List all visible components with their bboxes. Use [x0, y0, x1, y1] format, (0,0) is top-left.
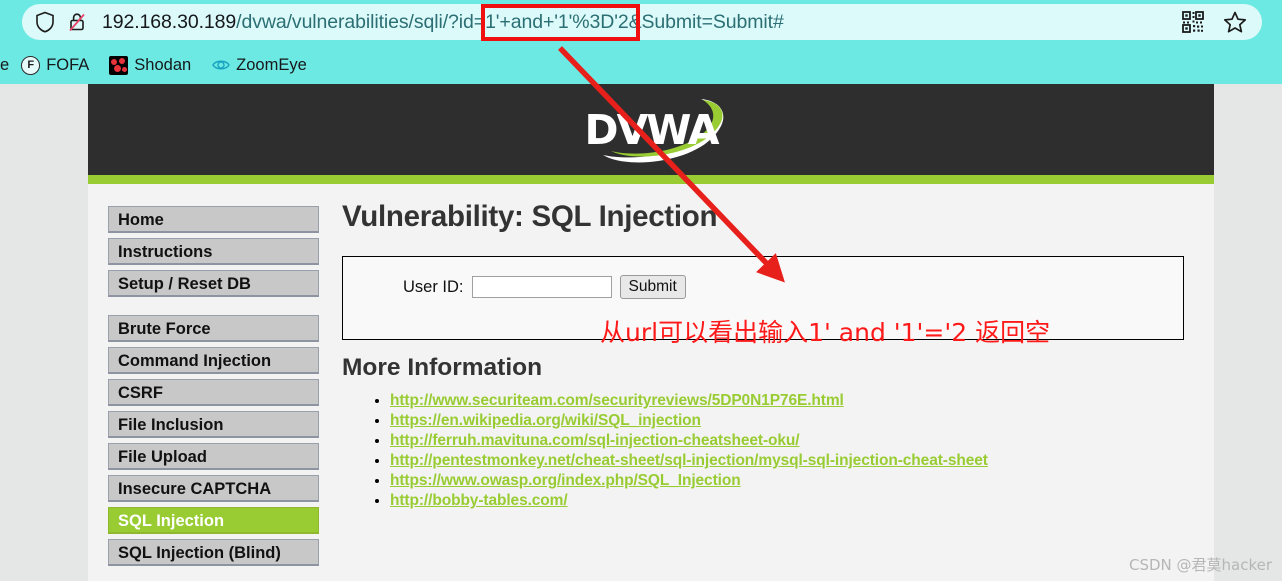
fofa-icon: F: [21, 55, 41, 75]
more-information-heading: More Information: [342, 354, 543, 381]
page-body: Home Instructions Setup / Reset DB Brute…: [88, 184, 1214, 581]
main-content: Vulnerability: SQL Injection User ID: Su…: [320, 184, 1214, 581]
site-header: DVWA: [88, 84, 1214, 184]
browser-chrome: 192.168.30.189/dvwa/vulnerabilities/sqli…: [0, 0, 1282, 84]
dvwa-logo: DVWA: [551, 93, 751, 167]
sidebar-group-vulnerabilities: Brute Force Command Injection CSRF File …: [108, 315, 320, 566]
bookmark-label: ZoomEye: [236, 55, 307, 74]
shield-icon[interactable]: [32, 9, 58, 35]
bookmarks-bar: e F FOFA Shodan ZoomEye: [0, 46, 1282, 84]
lock-crossed-icon[interactable]: [64, 9, 90, 35]
info-link[interactable]: http://www.securiteam.com/securityreview…: [390, 392, 844, 409]
bookmark-item-shodan[interactable]: Shodan: [99, 55, 201, 75]
user-id-form-row: User ID: Submit: [361, 275, 1169, 299]
info-link[interactable]: https://www.owasp.org/index.php/SQL_Inje…: [390, 472, 741, 489]
url-bar-row: 192.168.30.189/dvwa/vulnerabilities/sqli…: [0, 0, 1282, 44]
info-link[interactable]: http://pentestmonkey.net/cheat-sheet/sql…: [390, 452, 988, 469]
sidebar-item-file-upload[interactable]: File Upload: [108, 443, 319, 470]
bookmark-item-fofa[interactable]: F FOFA: [11, 55, 99, 75]
info-link[interactable]: http://bobby-tables.com/: [390, 492, 568, 509]
sidebar-item-home[interactable]: Home: [108, 206, 319, 233]
sidebar-group-main: Home Instructions Setup / Reset DB: [108, 206, 320, 297]
info-link[interactable]: http://ferruh.mavituna.com/sql-injection…: [390, 432, 800, 449]
user-id-label: User ID:: [403, 277, 464, 296]
sidebar-item-instructions[interactable]: Instructions: [108, 238, 319, 265]
list-item: https://www.owasp.org/index.php/SQL_Inje…: [390, 472, 1184, 490]
bookmark-label: FOFA: [46, 55, 90, 74]
annotation-note: 从url可以看出输入1' and '1'='2 返回空: [600, 318, 1051, 347]
sidebar: Home Instructions Setup / Reset DB Brute…: [88, 184, 320, 581]
sidebar-item-sql-injection-blind[interactable]: SQL Injection (Blind): [108, 539, 319, 566]
url-highlighted-param: 1'+and+'1'%3D'2: [485, 10, 629, 33]
sidebar-item-insecure-captcha[interactable]: Insecure CAPTCHA: [108, 475, 319, 502]
list-item: http://pentestmonkey.net/cheat-sheet/sql…: [390, 452, 1184, 470]
bookmark-item-zoomeye[interactable]: ZoomEye: [201, 56, 317, 75]
bookmark-label: Shodan: [134, 55, 192, 74]
sidebar-item-sql-injection[interactable]: SQL Injection: [108, 507, 319, 534]
shodan-icon: [109, 55, 129, 75]
info-link[interactable]: https://en.wikipedia.org/wiki/SQL_inject…: [390, 412, 701, 429]
zoomeye-icon: [211, 56, 230, 75]
sidebar-item-file-inclusion[interactable]: File Inclusion: [108, 411, 319, 438]
address-bar-actions: [1180, 9, 1248, 35]
submit-button[interactable]: Submit: [619, 275, 686, 299]
url-text[interactable]: 192.168.30.189/dvwa/vulnerabilities/sqli…: [102, 11, 784, 34]
bookmark-label: e: [0, 55, 10, 74]
sidebar-item-setup-reset-db[interactable]: Setup / Reset DB: [108, 270, 319, 297]
url-host: 192.168.30.189: [102, 10, 237, 33]
url-path: /dvwa/vulnerabilities/sqli/?id=: [236, 10, 486, 33]
sidebar-item-brute-force[interactable]: Brute Force: [108, 315, 319, 342]
logo-text: DVWA: [584, 105, 720, 154]
qr-code-icon[interactable]: [1180, 9, 1206, 35]
bookmark-item-cutoff[interactable]: e: [0, 56, 11, 75]
user-id-input[interactable]: [471, 276, 612, 298]
list-item: http://bobby-tables.com/: [390, 492, 1184, 510]
list-item: http://www.securiteam.com/securityreview…: [390, 392, 1184, 410]
list-item: https://en.wikipedia.org/wiki/SQL_inject…: [390, 412, 1184, 430]
csdn-watermark: CSDN @君莫hacker: [1128, 556, 1272, 574]
sidebar-item-command-injection[interactable]: Command Injection: [108, 347, 319, 374]
star-bookmark-icon[interactable]: [1222, 9, 1248, 35]
address-bar[interactable]: 192.168.30.189/dvwa/vulnerabilities/sqli…: [22, 4, 1262, 40]
sidebar-item-csrf[interactable]: CSRF: [108, 379, 319, 406]
more-information-links: http://www.securiteam.com/securityreview…: [342, 392, 1184, 510]
list-item: http://ferruh.mavituna.com/sql-injection…: [390, 432, 1184, 450]
url-tail: &Submit=Submit#: [628, 10, 784, 33]
page-title: Vulnerability: SQL Injection: [342, 200, 718, 233]
